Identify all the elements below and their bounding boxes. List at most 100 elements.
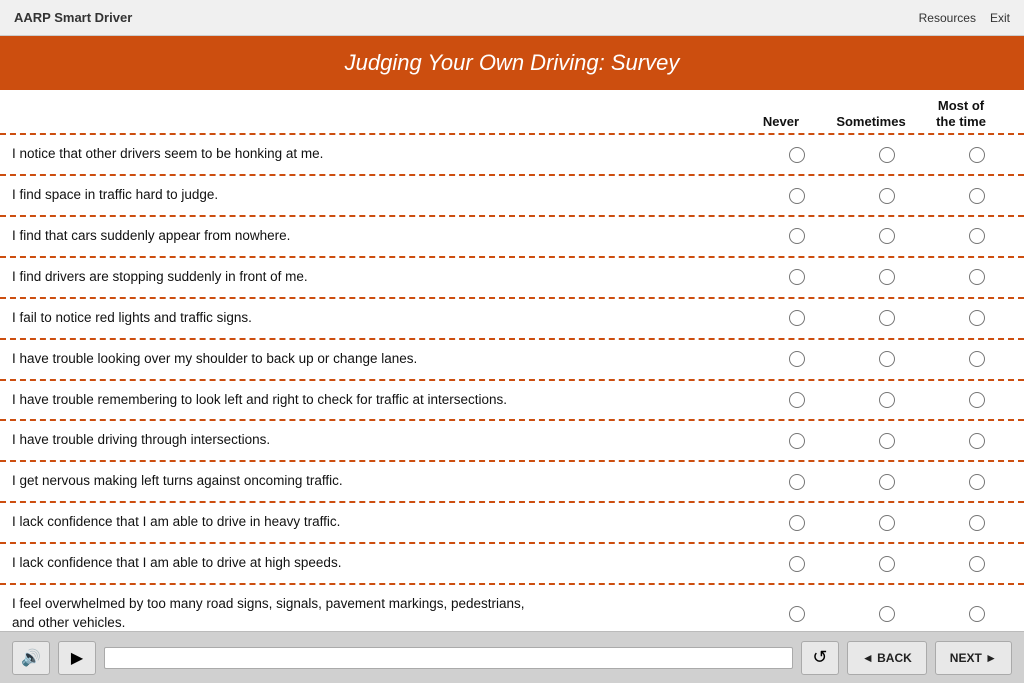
radio-cell-sometimes[interactable] [842,474,932,490]
radio-cell-most[interactable] [932,228,1022,244]
reload-button[interactable]: ↺ [801,641,839,675]
radio-most[interactable] [969,147,985,163]
radio-most[interactable] [969,433,985,449]
radio-never[interactable] [789,351,805,367]
radio-most[interactable] [969,515,985,531]
survey-row-text: I find space in traffic hard to judge. [0,186,752,205]
radio-cell-most[interactable] [932,433,1022,449]
radio-sometimes[interactable] [879,351,895,367]
back-button[interactable]: ◄ BACK [847,641,927,675]
radio-most[interactable] [969,392,985,408]
survey-row-text: I have trouble looking over my shoulder … [0,350,752,369]
radio-cell-most[interactable] [932,147,1022,163]
radio-sometimes[interactable] [879,556,895,572]
radio-cell-never[interactable] [752,351,842,367]
radio-never[interactable] [789,606,805,622]
radio-never[interactable] [789,515,805,531]
radio-cell-never[interactable] [752,147,842,163]
radio-never[interactable] [789,310,805,326]
back-label: ◄ BACK [862,651,912,665]
bottom-bar: 🔊 ▶ ↺ ◄ BACK NEXT ► [0,631,1024,683]
radio-cell-never[interactable] [752,606,842,622]
radio-cell-never[interactable] [752,474,842,490]
radio-cell-never[interactable] [752,228,842,244]
radio-cell-sometimes[interactable] [842,556,932,572]
radio-cell-sometimes[interactable] [842,606,932,622]
radio-sometimes[interactable] [879,606,895,622]
radio-cell-most[interactable] [932,556,1022,572]
top-bar: AARP Smart Driver Resources Exit [0,0,1024,36]
radio-cell-sometimes[interactable] [842,147,932,163]
survey-row-radios [752,310,1022,326]
radio-cell-sometimes[interactable] [842,188,932,204]
radio-cell-never[interactable] [752,433,842,449]
radio-most[interactable] [969,228,985,244]
column-headers: Never Sometimes Most of the time [0,90,1024,133]
survey-row: I get nervous making left turns against … [0,462,1024,503]
radio-cell-never[interactable] [752,188,842,204]
play-button[interactable]: ▶ [58,641,96,675]
reload-icon: ↺ [812,647,827,668]
radio-most[interactable] [969,351,985,367]
exit-link[interactable]: Exit [990,11,1010,25]
col-most-line2: the time [936,114,986,129]
radio-cell-most[interactable] [932,188,1022,204]
radio-never[interactable] [789,556,805,572]
radio-cell-sometimes[interactable] [842,228,932,244]
radio-most[interactable] [969,474,985,490]
radio-sometimes[interactable] [879,188,895,204]
survey-row-radios [752,147,1022,163]
radio-never[interactable] [789,433,805,449]
radio-sometimes[interactable] [879,515,895,531]
radio-most[interactable] [969,556,985,572]
survey-row: I lack confidence that I am able to driv… [0,544,1024,585]
radio-most[interactable] [969,269,985,285]
radio-never[interactable] [789,269,805,285]
radio-cell-sometimes[interactable] [842,351,932,367]
radio-never[interactable] [789,188,805,204]
radio-cell-sometimes[interactable] [842,310,932,326]
survey-row: I lack confidence that I am able to driv… [0,503,1024,544]
radio-cell-sometimes[interactable] [842,392,932,408]
radio-cell-sometimes[interactable] [842,433,932,449]
radio-cell-most[interactable] [932,269,1022,285]
survey-row-text: I have trouble driving through intersect… [0,431,752,450]
resources-link[interactable]: Resources [919,11,976,25]
radio-cell-sometimes[interactable] [842,269,932,285]
radio-never[interactable] [789,392,805,408]
survey-list[interactable]: I notice that other drivers seem to be h… [0,133,1024,631]
radio-sometimes[interactable] [879,474,895,490]
radio-cell-never[interactable] [752,556,842,572]
radio-cell-most[interactable] [932,351,1022,367]
main-content: Judging Your Own Driving: Survey Never S… [0,36,1024,631]
volume-button[interactable]: 🔊 [12,641,50,675]
radio-cell-most[interactable] [932,606,1022,622]
radio-sometimes[interactable] [879,310,895,326]
radio-sometimes[interactable] [879,392,895,408]
play-icon: ▶ [71,648,83,668]
radio-cell-sometimes[interactable] [842,515,932,531]
radio-cell-most[interactable] [932,474,1022,490]
radio-sometimes[interactable] [879,433,895,449]
radio-never[interactable] [789,228,805,244]
next-button[interactable]: NEXT ► [935,641,1012,675]
radio-most[interactable] [969,310,985,326]
radio-cell-most[interactable] [932,392,1022,408]
survey-row: I feel overwhelmed by too many road sign… [0,585,1024,631]
radio-never[interactable] [789,474,805,490]
radio-sometimes[interactable] [879,228,895,244]
radio-never[interactable] [789,147,805,163]
radio-cell-never[interactable] [752,515,842,531]
radio-cell-most[interactable] [932,310,1022,326]
radio-cell-most[interactable] [932,515,1022,531]
survey-row-radios [752,392,1022,408]
radio-cell-never[interactable] [752,269,842,285]
survey-row-radios [752,351,1022,367]
radio-most[interactable] [969,606,985,622]
survey-row-radios [752,606,1022,622]
radio-sometimes[interactable] [879,269,895,285]
radio-most[interactable] [969,188,985,204]
radio-sometimes[interactable] [879,147,895,163]
radio-cell-never[interactable] [752,392,842,408]
radio-cell-never[interactable] [752,310,842,326]
